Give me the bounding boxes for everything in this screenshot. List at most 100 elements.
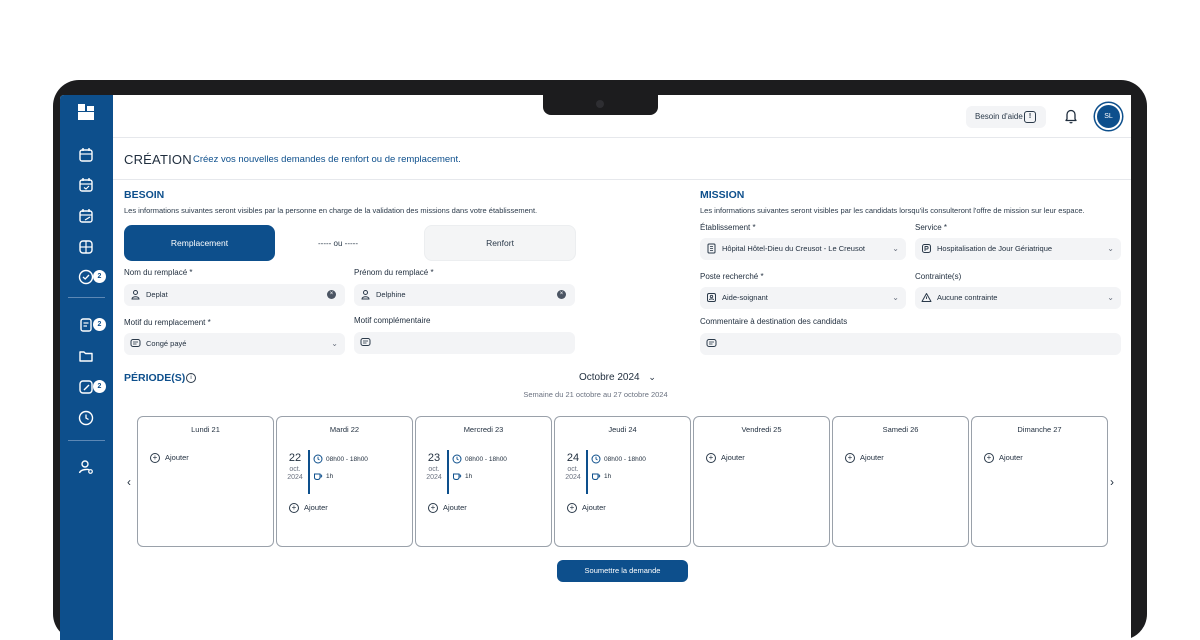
add-label: Ajouter: [165, 453, 189, 462]
calendar-check-icon[interactable]: [76, 175, 96, 195]
clock-icon: [591, 454, 601, 464]
etablissement-label: Établissement *: [700, 223, 756, 232]
nom-value: Deplat: [146, 290, 168, 299]
clear-icon[interactable]: ×: [557, 290, 566, 299]
slot-hours-text: 08h00 - 18h00: [326, 456, 368, 463]
time-slot[interactable]: 22 oct. 2024 08h00 - 18h00 1h: [285, 450, 405, 494]
slot-hours: 08h00 - 18h00: [591, 454, 646, 465]
submit-button[interactable]: Soumettre la demande: [557, 560, 688, 582]
day-header: Mardi 22: [329, 425, 360, 434]
contraintes-select[interactable]: Aucune contrainte ⌄: [915, 287, 1121, 309]
poste-label: Poste recherché *: [700, 272, 764, 281]
time-slot[interactable]: 23 oct. 2024 08h00 - 18h00 1h: [424, 450, 544, 494]
day-column-mercredi: Mercredi 23 23 oct. 2024 08h00 - 18h00 1…: [415, 416, 552, 547]
month-label: Octobre 2024: [579, 372, 640, 383]
add-slot-button[interactable]: + Ajouter: [150, 452, 189, 464]
day-column-jeudi: Jeudi 24 24 oct. 2024 08h00 - 18h00 1h +…: [554, 416, 691, 547]
complement-field[interactable]: [354, 332, 575, 354]
avatar[interactable]: SL: [1095, 103, 1122, 130]
day-header: Mercredi 23: [463, 425, 504, 434]
add-slot-button[interactable]: + Ajouter: [289, 502, 328, 514]
contraintes-label: Contrainte(s): [915, 272, 962, 281]
week-range: Semaine du 21 octobre au 27 octobre 2024: [523, 390, 668, 399]
motif-label: Motif du remplacement *: [124, 318, 211, 327]
service-select[interactable]: Hospitalisation de Jour Gériatrique ⌄: [915, 238, 1121, 260]
plus-circle-icon: +: [845, 453, 855, 463]
day-header: Vendredi 25: [741, 425, 782, 434]
page-title: CRÉATION: [124, 152, 192, 167]
day-header: Dimanche 27: [1017, 425, 1062, 434]
etablissement-select[interactable]: Hôpital Hôtel-Dieu du Creusot - Le Creus…: [700, 238, 906, 260]
renfort-toggle[interactable]: Renfort: [424, 225, 576, 261]
message-icon: [360, 338, 371, 346]
grid-icon[interactable]: [76, 237, 96, 257]
add-slot-button[interactable]: + Ajouter: [845, 452, 884, 464]
add-slot-button[interactable]: + Ajouter: [567, 502, 606, 514]
nom-field[interactable]: Deplat ×: [124, 284, 345, 306]
message-icon: [130, 339, 141, 347]
user-settings-icon[interactable]: [76, 457, 96, 477]
day-column-dimanche: Dimanche 27 + Ajouter: [971, 416, 1108, 547]
help-button[interactable]: Besoin d'aide !: [966, 106, 1046, 128]
message-icon: [706, 339, 717, 347]
service-value: Hospitalisation de Jour Gériatrique: [937, 244, 1053, 253]
add-label: Ajouter: [999, 453, 1023, 462]
notification-badge: 2: [93, 318, 106, 331]
motif-select[interactable]: Congé payé ⌄: [124, 333, 345, 355]
slot-divider: [586, 450, 588, 494]
mission-description: Les informations suivantes seront visibl…: [700, 206, 1085, 215]
chevron-down-icon: ⌄: [892, 244, 899, 253]
add-label: Ajouter: [443, 503, 467, 512]
page-subtitle: Créez vos nouvelles demandes de renfort …: [193, 154, 461, 165]
mission-title: MISSION: [700, 189, 745, 201]
help-icon: !: [1024, 111, 1036, 123]
prenom-field[interactable]: Delphine ×: [354, 284, 575, 306]
add-label: Ajouter: [582, 503, 606, 512]
add-slot-button[interactable]: + Ajouter: [984, 452, 1023, 464]
remplacement-toggle[interactable]: Remplacement: [124, 225, 275, 261]
poste-select[interactable]: Aide-soignant ⌄: [700, 287, 906, 309]
etablissement-value: Hôpital Hôtel-Dieu du Creusot - Le Creus…: [722, 244, 865, 253]
complement-label: Motif complémentaire: [354, 316, 431, 325]
commentaire-field[interactable]: [700, 333, 1121, 355]
besoin-title: BESOIN: [124, 189, 165, 201]
chevron-down-icon: ⌄: [1107, 244, 1114, 253]
coffee-icon: [314, 473, 323, 481]
next-week-arrow[interactable]: ›: [1110, 475, 1114, 489]
info-icon[interactable]: i: [186, 373, 196, 383]
bell-icon[interactable]: [1063, 107, 1079, 125]
folder-icon[interactable]: [76, 346, 96, 366]
clock-icon: [313, 454, 323, 464]
page-header: CRÉATION Créez vos nouvelles demandes de…: [113, 138, 1131, 180]
add-slot-button[interactable]: + Ajouter: [706, 452, 745, 464]
logo-icon[interactable]: [77, 103, 95, 121]
calendar-edit-icon[interactable]: [76, 206, 96, 226]
warning-icon: [921, 293, 932, 302]
slot-month: oct.: [567, 466, 579, 473]
service-icon: [922, 244, 931, 253]
add-slot-button[interactable]: + Ajouter: [428, 502, 467, 514]
slot-divider: [308, 450, 310, 494]
day-header: Lundi 21: [191, 425, 220, 434]
service-label: Service *: [915, 223, 948, 232]
sidebar: 2 2 2: [60, 95, 113, 640]
slot-year: 2024: [426, 474, 442, 481]
slot-hours-text: 08h00 - 18h00: [465, 456, 507, 463]
time-slot[interactable]: 24 oct. 2024 08h00 - 18h00 1h: [563, 450, 683, 494]
previous-week-arrow[interactable]: ‹: [127, 475, 131, 489]
plus-circle-icon: +: [150, 453, 160, 463]
slot-hours: 08h00 - 18h00: [313, 454, 368, 465]
clock-icon[interactable]: [76, 408, 96, 428]
plus-circle-icon: +: [289, 503, 299, 513]
slot-month: oct.: [428, 466, 440, 473]
user-icon: [361, 290, 370, 300]
calendar-icon[interactable]: [76, 145, 96, 165]
day-column-mardi: Mardi 22 22 oct. 2024 08h00 - 18h00 1h +…: [276, 416, 413, 547]
chevron-down-icon: ⌄: [1107, 293, 1114, 302]
toggle-separator: ----- ou -----: [318, 239, 358, 248]
slot-divider: [447, 450, 449, 494]
clear-icon[interactable]: ×: [327, 290, 336, 299]
coffee-icon: [453, 473, 462, 481]
slot-day: 24: [566, 452, 580, 464]
month-selector[interactable]: Octobre 2024 ⌄: [579, 372, 656, 383]
